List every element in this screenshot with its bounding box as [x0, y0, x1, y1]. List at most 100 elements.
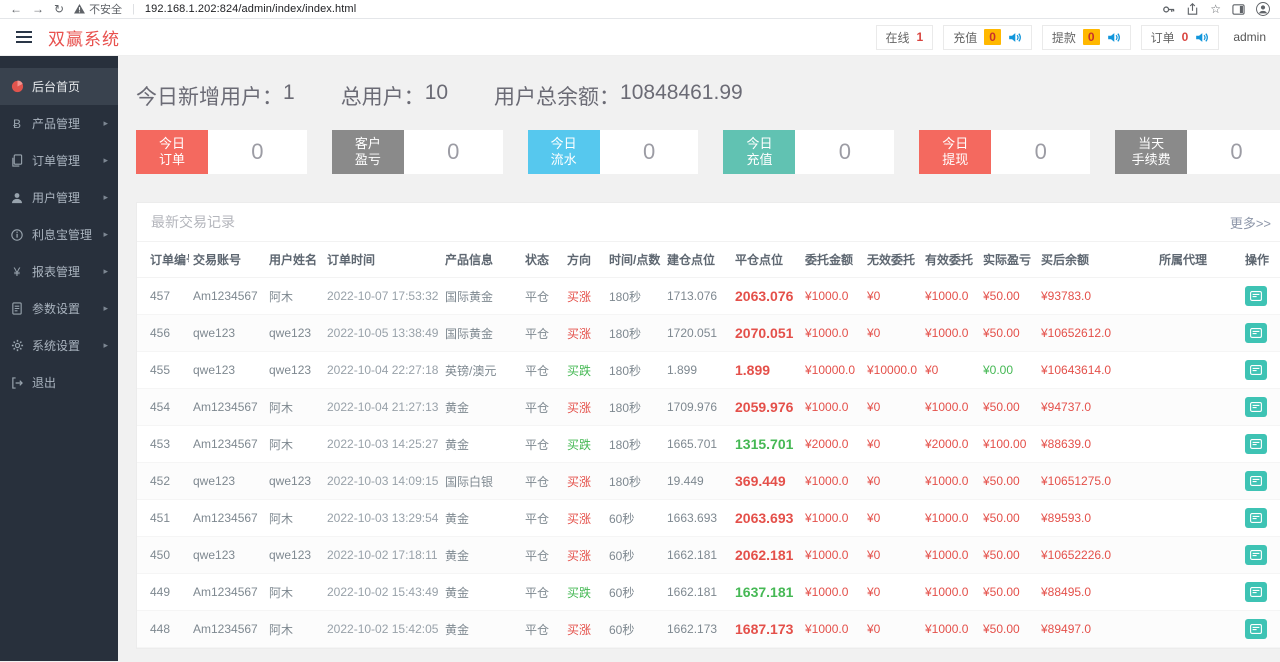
key-icon[interactable]	[1162, 3, 1175, 16]
card-value: 0	[1187, 130, 1280, 174]
sidebar-item-订单管理[interactable]: 订单管理 ▸	[0, 142, 118, 179]
overview-label: 今日新增用户：	[136, 86, 283, 109]
menu-toggle-icon[interactable]	[14, 27, 34, 47]
cell-order-amount: ¥1000.0	[801, 314, 863, 352]
cell-product: 黄金	[441, 499, 521, 537]
sidebar-item-后台首页[interactable]: 后台首页	[0, 68, 118, 105]
speaker-icon[interactable]	[1008, 31, 1022, 44]
order-detail-button[interactable]	[1245, 619, 1267, 639]
side-panel-icon[interactable]	[1232, 3, 1245, 16]
cell-product: 黄金	[441, 573, 521, 611]
order-detail-button[interactable]	[1245, 360, 1267, 380]
cell-account: Am1234567	[189, 425, 265, 463]
cell-agent	[1155, 351, 1241, 389]
overview-label: 总用户：	[340, 86, 425, 109]
overview-label: 用户总余额：	[494, 86, 621, 109]
column-header: 有效委托	[921, 242, 979, 278]
cell-agent	[1155, 314, 1241, 352]
cell-valid-amount: ¥0	[921, 351, 979, 389]
cell-duration: 180秒	[605, 351, 663, 389]
url-bar[interactable]: 192.168.1.202:824/admin/index/index.html	[145, 3, 356, 15]
overview-value: 10848461.99	[620, 81, 743, 104]
cell-agent	[1155, 573, 1241, 611]
back-icon[interactable]: ←	[10, 3, 22, 15]
cell-account: qwe123	[189, 462, 265, 500]
stat-value: 1	[916, 30, 924, 44]
order-detail-button[interactable]	[1245, 545, 1267, 565]
sidebar-item-报表管理[interactable]: ¥ 报表管理 ▸	[0, 253, 118, 290]
table-row: 457 Am1234567 阿木 2022-10-07 17:53:32 国际黄金 平仓买…	[137, 277, 1280, 315]
cell-actions	[1241, 351, 1280, 389]
browser-chrome: ← → ↻ 不安全 | 192.168.1.202:824/admin/inde…	[0, 0, 1280, 19]
table-header-row: 订单编号交易账号用户姓名订单时间产品信息状态方向时间/点数建仓点位平仓点位委托金…	[137, 242, 1280, 278]
speaker-icon[interactable]	[1107, 31, 1121, 44]
sidebar-item-参数设置[interactable]: 参数设置 ▸	[0, 290, 118, 327]
share-icon[interactable]	[1186, 2, 1199, 16]
sidebar-item-退出[interactable]: 退出	[0, 364, 118, 401]
order-detail-button[interactable]	[1245, 434, 1267, 454]
sidebar-item-label: 利息宝管理	[32, 228, 93, 242]
cell-order-id: 453	[137, 425, 189, 463]
cell-actual-pnl: ¥100.00	[979, 425, 1037, 463]
chevron-right-icon: ▸	[103, 340, 108, 350]
sidebar-item-系统设置[interactable]: 系统设置 ▸	[0, 327, 118, 364]
card-value: 0	[795, 130, 895, 174]
column-header: 所属代理	[1155, 242, 1241, 278]
card-value: 0	[208, 130, 307, 174]
order-detail-button[interactable]	[1245, 508, 1267, 528]
profile-avatar-icon[interactable]	[1256, 2, 1270, 16]
latest-trades-panel: 最新交易记录 更多>> 订单编号交易账号用户姓名订单时间产品信息状态方向时间/点…	[136, 202, 1280, 649]
order-detail-button[interactable]	[1245, 323, 1267, 343]
stat-value: 0	[1082, 29, 1100, 45]
card-label: 当天 手续费	[1115, 130, 1188, 174]
sidebar-item-用户管理[interactable]: 用户管理 ▸	[0, 179, 118, 216]
cell-actual-pnl: ¥50.00	[979, 314, 1037, 352]
cell-order-amount: ¥1000.0	[801, 499, 863, 537]
system-icon	[10, 339, 24, 352]
chevron-right-icon: ▸	[103, 229, 108, 239]
cell-invalid-amount: ¥0	[863, 462, 921, 500]
cell-order-amount: ¥1000.0	[801, 536, 863, 574]
summary-card-今日提现: 今日 提现 0	[919, 130, 1091, 174]
card-value: 0	[991, 130, 1091, 174]
cell-actions	[1241, 425, 1280, 463]
cell-balance-after: ¥89593.0	[1037, 499, 1155, 537]
reload-icon[interactable]: ↻	[54, 3, 64, 15]
user-menu[interactable]: admin	[1233, 30, 1266, 44]
order-detail-button[interactable]	[1245, 471, 1267, 491]
cell-username: qwe123	[265, 351, 323, 389]
cell-account: Am1234567	[189, 277, 265, 315]
security-indicator[interactable]: 不安全	[74, 1, 122, 17]
column-header: 用户姓名	[265, 242, 323, 278]
order-detail-button[interactable]	[1245, 286, 1267, 306]
cell-order-time: 2022-10-05 13:38:49	[323, 314, 441, 352]
cell-duration: 60秒	[605, 499, 663, 537]
trades-table: 订单编号交易账号用户姓名订单时间产品信息状态方向时间/点数建仓点位平仓点位委托金…	[137, 242, 1280, 648]
bookmark-star-icon[interactable]: ☆	[1210, 2, 1221, 16]
cell-invalid-amount: ¥0	[863, 314, 921, 352]
cell-order-time: 2022-10-02 17:18:11	[323, 536, 441, 574]
card-label: 今日 流水	[527, 130, 600, 174]
column-header: 操作	[1241, 242, 1280, 278]
cell-order-id: 451	[137, 499, 189, 537]
order-detail-button[interactable]	[1245, 397, 1267, 417]
cell-close-point: 2062.181	[731, 536, 801, 574]
more-link[interactable]: 更多>>	[1230, 213, 1271, 232]
cell-invalid-amount: ¥10000.0	[863, 351, 921, 389]
warning-icon	[74, 4, 86, 14]
overview-stats: 今日新增用户： 1 总用户： 10 用户总余额： 10848461.99	[136, 81, 1280, 111]
cell-valid-amount: ¥1000.0	[921, 610, 979, 648]
sidebar-item-label: 退出	[32, 376, 57, 390]
cell-actions	[1241, 536, 1280, 574]
cell-duration: 180秒	[605, 462, 663, 500]
order-detail-button[interactable]	[1245, 582, 1267, 602]
cell-agent	[1155, 499, 1241, 537]
cell-agent	[1155, 277, 1241, 315]
header-stat-充值: 充值 0	[943, 24, 1032, 50]
sidebar-item-产品管理[interactable]: Ƀ 产品管理 ▸	[0, 105, 118, 142]
cell-product: 黄金	[441, 425, 521, 463]
sidebar-item-利息宝管理[interactable]: 利息宝管理 ▸	[0, 216, 118, 253]
speaker-icon[interactable]	[1195, 31, 1209, 44]
cell-close-point: 1687.173	[731, 610, 801, 648]
forward-icon[interactable]: →	[32, 3, 44, 15]
